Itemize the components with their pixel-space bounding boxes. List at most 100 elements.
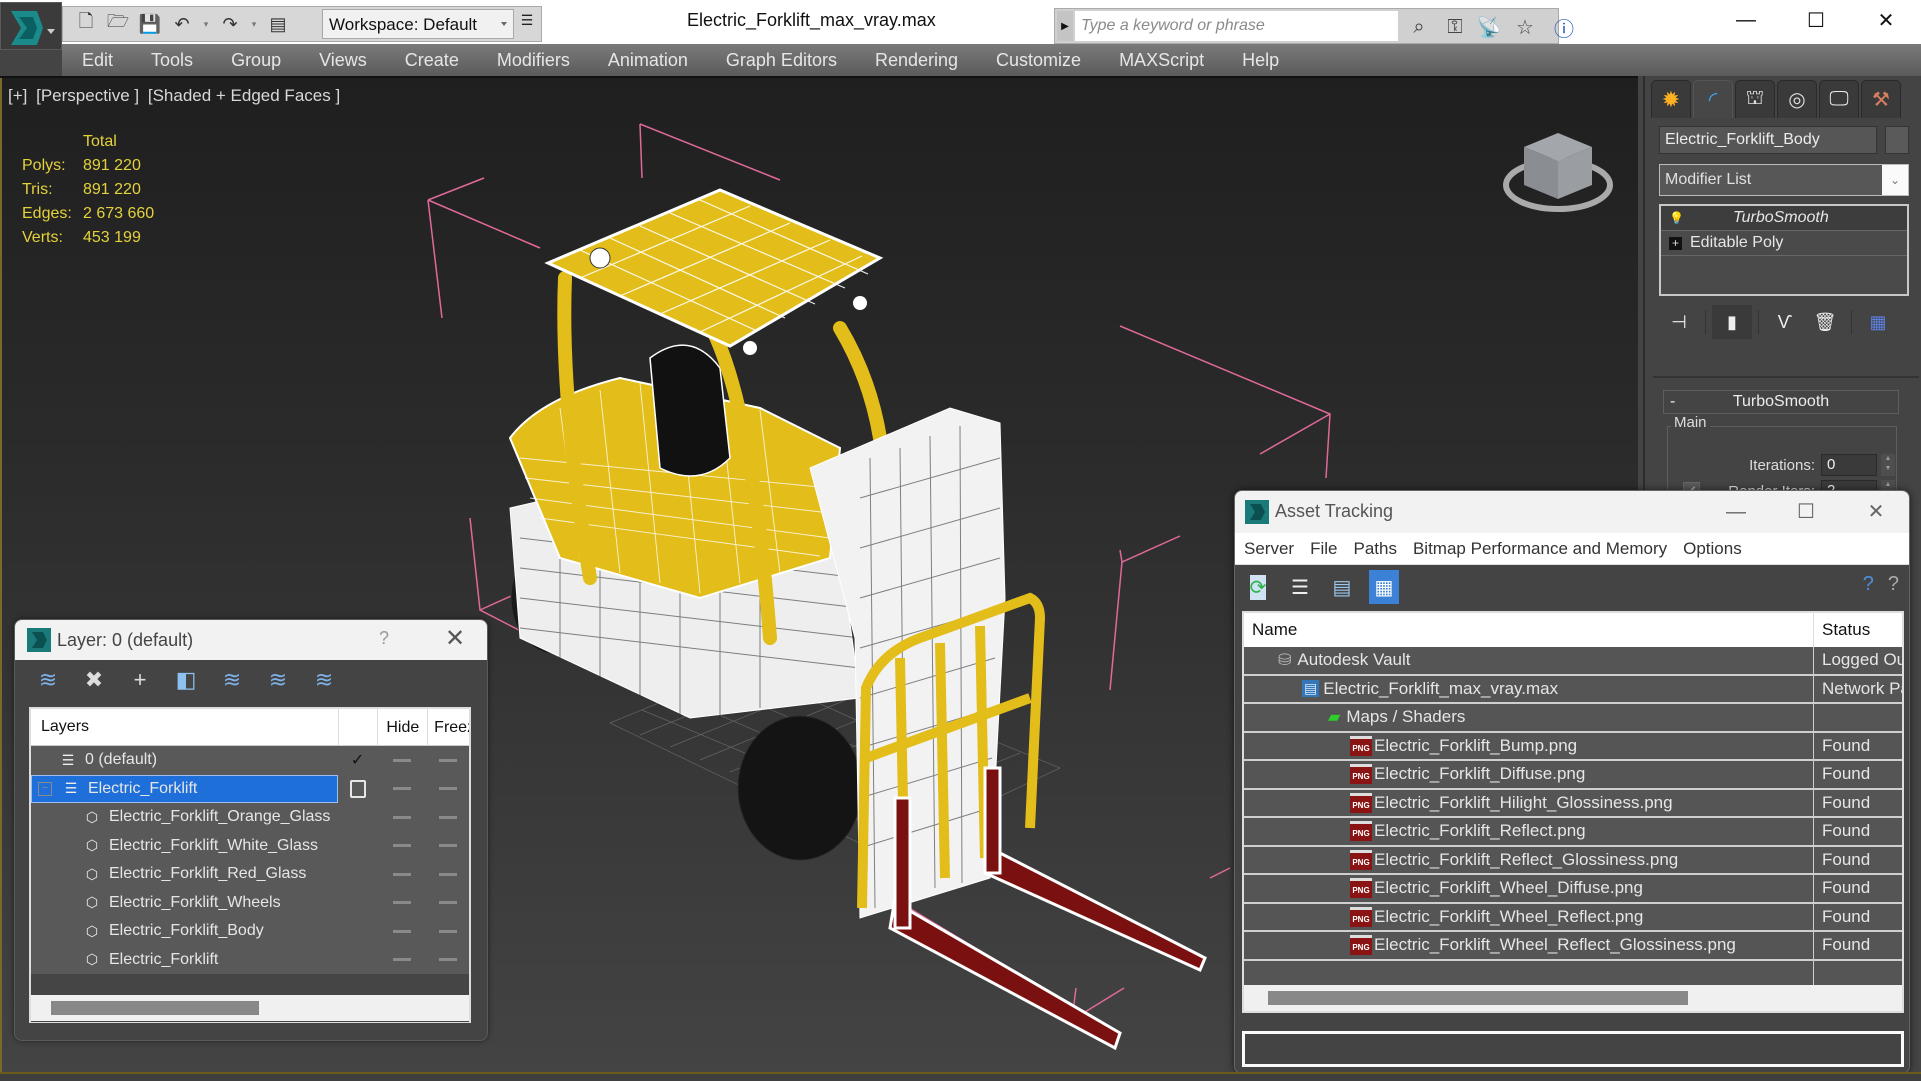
current-checkbox[interactable]: [349, 779, 366, 798]
layer-object-row[interactable]: ⬡ Electric_Forklift_Red_Glass: [31, 860, 469, 889]
menu-animation[interactable]: Animation: [589, 50, 707, 71]
layer-row[interactable]: − ☰ Electric_Forklift: [31, 774, 469, 803]
viewport-menu-plus[interactable]: [+]: [8, 86, 27, 105]
tab-utilities[interactable]: ⚒: [1861, 80, 1901, 118]
undo-dropdown[interactable]: ▾: [201, 19, 211, 30]
freeze-toggle[interactable]: [427, 815, 469, 819]
dialog-title-bar[interactable]: Layer: 0 (default) ? ✕: [15, 620, 487, 660]
freeze-toggle[interactable]: [427, 844, 469, 848]
layer-object-row[interactable]: ⬡ Electric_Forklift_Body: [31, 917, 469, 946]
layer-name-cell[interactable]: ⬡ Electric_Forklift_Body: [31, 917, 338, 946]
hide-toggle[interactable]: [377, 929, 427, 933]
minimize-button[interactable]: —: [1701, 495, 1771, 529]
collapse-toggle[interactable]: −: [38, 781, 52, 796]
show-end-result-button[interactable]: ▮: [1712, 305, 1752, 339]
menu-rendering[interactable]: Rendering: [856, 50, 977, 71]
subscription-button[interactable]: ⚿: [1441, 13, 1469, 41]
save-button[interactable]: 💾: [137, 11, 163, 37]
hide-toggle[interactable]: [377, 844, 427, 848]
delete-layer-button[interactable]: ✖: [79, 665, 109, 695]
menu-group[interactable]: Group: [212, 50, 300, 71]
expand-plus-icon[interactable]: +: [1669, 236, 1682, 250]
redo-button[interactable]: ↷: [217, 11, 243, 37]
hide-toggle[interactable]: [377, 901, 427, 905]
menu-edit[interactable]: Edit: [62, 50, 132, 71]
search-expand-button[interactable]: ▶: [1057, 11, 1073, 41]
menu-file[interactable]: File: [1302, 539, 1345, 559]
iterations-input[interactable]: 0: [1821, 454, 1877, 476]
table-view-button[interactable]: ▦: [1369, 570, 1399, 604]
layer-object-row[interactable]: ⬡ Electric_Forklift_White_Glass: [31, 831, 469, 861]
menu-customize[interactable]: Customize: [977, 50, 1100, 71]
tab-create[interactable]: ✹: [1651, 80, 1691, 118]
tab-motion[interactable]: ◎: [1777, 80, 1817, 118]
tab-display[interactable]: 🖵: [1819, 80, 1859, 118]
freeze-toggle[interactable]: [427, 872, 469, 876]
asset-row[interactable]: ▤ Electric_Forklift_max_vray.max Network P…: [1244, 675, 1902, 704]
asset-path-field[interactable]: [1242, 1031, 1904, 1067]
vault-help-icon[interactable]: ?: [1863, 573, 1874, 596]
asset-row[interactable]: PNG Electric_Forklift_Reflect.png Found: [1244, 818, 1902, 847]
scrollbar-thumb[interactable]: [1268, 991, 1688, 1005]
project-folder-button[interactable]: ▤: [265, 11, 291, 37]
modifier-list-dropdown[interactable]: Modifier List ⌄: [1659, 164, 1909, 196]
object-color-swatch[interactable]: [1885, 126, 1909, 154]
redo-dropdown[interactable]: ▾: [249, 19, 259, 30]
refresh-button[interactable]: ⟳: [1243, 570, 1273, 604]
viewport-shading-menu[interactable]: [Shaded + Edged Faces ]: [148, 86, 340, 105]
layer-name-cell[interactable]: ⬡ Electric_Forklift_Wheels: [31, 889, 338, 918]
horizontal-scrollbar[interactable]: [1244, 985, 1902, 1011]
tree-view-button[interactable]: ▤: [1327, 570, 1357, 604]
tab-modify[interactable]: ◜: [1693, 80, 1733, 118]
current-layer-toggle[interactable]: ✓: [338, 750, 378, 770]
new-file-button[interactable]: 🗋: [73, 11, 99, 37]
tab-hierarchy[interactable]: ⛫: [1735, 80, 1775, 118]
column-current[interactable]: [337, 709, 378, 745]
viewport-pov-menu[interactable]: [Perspective ]: [36, 86, 139, 105]
application-menu-button[interactable]: [0, 2, 62, 50]
hide-toggle[interactable]: [377, 758, 427, 762]
current-layer-toggle[interactable]: [338, 779, 378, 798]
menu-bitmap-performance[interactable]: Bitmap Performance and Memory: [1405, 539, 1675, 559]
menu-maxscript[interactable]: MAXScript: [1100, 50, 1223, 71]
column-freeze[interactable]: Freeze: [427, 709, 469, 745]
remove-modifier-button[interactable]: 🗑: [1805, 305, 1845, 339]
select-objects-in-layer-button[interactable]: ◧: [171, 665, 201, 695]
viewcube[interactable]: [1500, 123, 1620, 223]
make-unique-button[interactable]: Ѵ: [1765, 305, 1805, 339]
close-button[interactable]: ✕: [1851, 0, 1921, 40]
undo-button[interactable]: ↶: [169, 11, 195, 37]
customize-qat-button[interactable]: ☰: [518, 12, 536, 36]
asset-row[interactable]: ▰ Maps / Shaders: [1244, 704, 1902, 733]
layer-name-cell[interactable]: ☰ 0 (default): [31, 746, 338, 775]
freeze-toggle[interactable]: [427, 901, 469, 905]
menu-tools[interactable]: Tools: [132, 50, 212, 71]
menu-server[interactable]: Server: [1235, 539, 1302, 559]
set-current-layer-button[interactable]: ≋: [263, 665, 293, 695]
asset-row[interactable]: PNG Electric_Forklift_Diffuse.png Found: [1244, 761, 1902, 790]
column-layers[interactable]: Layers: [31, 718, 338, 736]
close-button[interactable]: ✕: [1841, 495, 1909, 529]
freeze-toggle[interactable]: [427, 929, 469, 933]
menu-views[interactable]: Views: [300, 50, 386, 71]
menu-help[interactable]: Help: [1223, 50, 1298, 71]
communication-center-button[interactable]: 📡: [1475, 13, 1503, 41]
maximize-button[interactable]: ☐: [1781, 0, 1851, 40]
layer-object-row[interactable]: ⬡ Electric_Forklift_Orange_Glass: [31, 803, 469, 832]
asset-row[interactable]: PNG Electric_Forklift_Bump.png Found: [1244, 732, 1902, 761]
column-status[interactable]: Status: [1814, 620, 1870, 640]
favorites-button[interactable]: ☆: [1511, 13, 1539, 41]
select-layer-button[interactable]: ≋: [217, 665, 247, 695]
open-file-button[interactable]: 🗁: [105, 11, 131, 37]
layer-name-cell[interactable]: ⬡ Electric_Forklift_White_Glass: [31, 832, 338, 861]
layer-name-cell[interactable]: ⬡ Electric_Forklift_Orange_Glass: [31, 803, 338, 832]
layer-name-cell[interactable]: ⬡ Electric_Forklift: [31, 946, 338, 975]
list-view-button[interactable]: ☰: [1285, 570, 1315, 604]
layer-name-cell[interactable]: ⬡ Electric_Forklift_Red_Glass: [31, 860, 338, 889]
layer-object-row[interactable]: ⬡ Electric_Forklift: [31, 945, 469, 975]
help-icon[interactable]: ?: [1888, 573, 1899, 596]
layer-row[interactable]: ☰ 0 (default) ✓: [31, 746, 469, 775]
maximize-button[interactable]: ☐: [1771, 495, 1841, 529]
menu-create[interactable]: Create: [386, 50, 478, 71]
hide-toggle[interactable]: [377, 958, 427, 962]
